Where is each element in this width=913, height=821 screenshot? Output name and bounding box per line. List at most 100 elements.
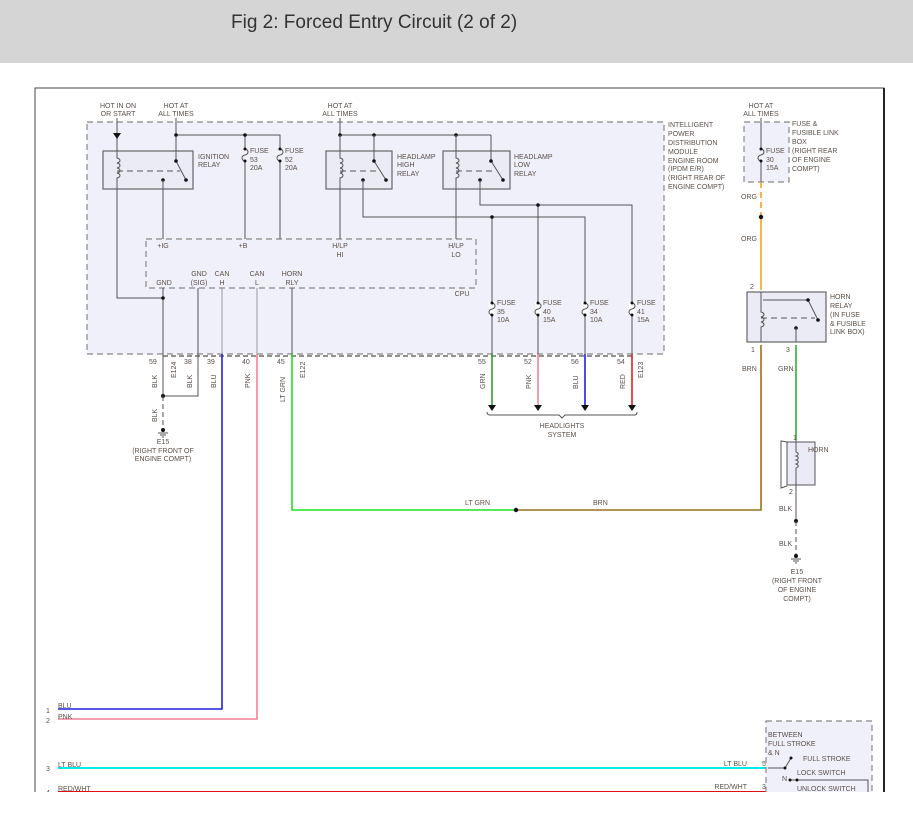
diagram-label: HOT IN ON — [100, 103, 136, 110]
diagram-label: FUSE — [590, 300, 609, 307]
diagram-label: 20A — [285, 165, 298, 172]
diagram-label: 40 — [543, 309, 551, 316]
diagram-label: HOT AT — [328, 103, 353, 110]
diagram-label: +B — [239, 243, 248, 250]
diagram-label: 3 — [786, 347, 790, 354]
diagram-label: BOX — [792, 139, 807, 146]
diagram-label: +IG — [157, 243, 168, 250]
diagram-label: OF ENGINE — [778, 587, 817, 594]
diagram-label: 35 — [497, 309, 505, 316]
diagram-label: ALL TIMES — [322, 111, 358, 118]
diagram-label: LT GRN — [280, 377, 287, 402]
diagram-label: FUSE & — [792, 121, 818, 128]
diagram-label: H — [219, 280, 224, 287]
diagram-label: 1 — [46, 708, 50, 715]
wiring-diagram: HOT IN ONOR START HOT ATALL TIMES HOT AT… — [34, 87, 885, 797]
diagram-label: 2 — [46, 718, 50, 725]
diagram-label: 59 — [149, 359, 157, 366]
diagram-label: OR START — [101, 111, 136, 118]
diagram-label: FUSE — [543, 300, 562, 307]
diagram-label: 56 — [571, 359, 579, 366]
diagram-label: RELAY — [198, 162, 221, 169]
diagram-label: FULL STROKE — [803, 756, 851, 763]
diagram-label: 53 — [250, 157, 258, 164]
diagram-label: 2 — [750, 284, 754, 291]
diagram-label: 3 — [46, 766, 50, 773]
diagram-label: BLK — [152, 374, 159, 388]
diagram-label: LT BLU — [724, 761, 747, 768]
diagram-label: GND — [156, 280, 172, 287]
diagram-label: UNLOCK SWITCH — [797, 786, 856, 793]
diagram-label: 55 — [478, 359, 486, 366]
diagram-label: 15A — [543, 317, 556, 324]
diagram-label: E123 — [638, 362, 645, 378]
diagram-label: 4 — [46, 790, 50, 797]
diagram-label: 15A — [637, 317, 650, 324]
diagram-label: COMPT) — [783, 596, 811, 603]
diagram-label: 52 — [524, 359, 532, 366]
diagram-label: 45 — [277, 359, 285, 366]
diagram-label: (RIGHT REAR — [792, 148, 837, 155]
diagram-label: FUSE — [637, 300, 656, 307]
diagram-label: FUSIBLE LINK — [792, 130, 839, 137]
diagram-label: RLY — [285, 280, 298, 287]
diagram-label: HEADLAMP — [514, 154, 553, 161]
diagram-label: BETWEEN — [768, 732, 803, 739]
diagram-label: GRN — [480, 373, 487, 389]
diagram-label: RED/WHT — [714, 784, 747, 791]
wire-label: BRN — [742, 366, 757, 373]
diagram-label: GND — [191, 271, 207, 278]
diagram-label: RED — [620, 374, 627, 389]
diagram-label: BRN — [593, 500, 608, 507]
wire-label: ORG — [741, 194, 757, 201]
diagram-label: HORN — [808, 447, 829, 454]
diagram-label: E15 — [791, 569, 804, 576]
diagram-label: PNK — [526, 374, 533, 389]
diagram-label: L — [255, 280, 259, 287]
diagram-label: 2 — [789, 489, 793, 496]
diagram-label: BLU — [573, 375, 580, 389]
diagram-label: LOW — [514, 162, 530, 169]
diagram-label: E15 — [157, 439, 170, 446]
diagram-label: HIGH — [397, 162, 415, 169]
wire-label: BLK — [779, 506, 793, 513]
diagram-label: (RIGHT FRONT OF — [132, 448, 194, 455]
diagram-label: HOT AT — [164, 103, 189, 110]
diagram-label: ENGINE COMPT) — [135, 456, 191, 463]
diagram-label: RELAY — [514, 171, 537, 178]
diagram-label: PNK — [245, 373, 252, 388]
diagram-label: H/LP — [448, 243, 464, 250]
diagram-label: 41 — [637, 309, 645, 316]
diagram-label: PNK — [58, 714, 73, 721]
diagram-label: FULL STROKE — [768, 741, 816, 748]
diagram-label: BLK — [187, 374, 194, 388]
wire-label: BLK — [779, 541, 793, 548]
diagram-label: HEADLIGHTS — [540, 423, 585, 430]
diagram-label: MODULE — [668, 149, 698, 156]
diagram-label: (IN FUSE — [830, 312, 860, 319]
diagram-label: ENGINE COMPT) — [668, 184, 724, 191]
diagram-label: 54 — [617, 359, 625, 366]
diagram-label: INTELLIGENT — [668, 122, 714, 129]
diagram-label: HI — [337, 252, 344, 259]
diagram-label: 30 — [766, 157, 774, 164]
diagram-label: 1 — [751, 347, 755, 354]
diagram-label: BLK — [152, 408, 159, 422]
diagram-label: (RIGHT FRONT — [772, 578, 823, 585]
diagram-label: CAN — [250, 271, 265, 278]
diagram-label: HEADLAMP — [397, 154, 436, 161]
diagram-label: ALL TIMES — [158, 111, 194, 118]
diagram-label: COMPT) — [792, 166, 820, 173]
diagram-label: ALL TIMES — [743, 111, 779, 118]
diagram-label: LOCK SWITCH — [797, 770, 846, 777]
diagram-label: RELAY — [830, 303, 853, 310]
diagram-label: N — [782, 776, 787, 783]
diagram-label: & FUSIBLE — [830, 321, 866, 328]
diagram-label: BLU — [58, 703, 72, 710]
diagram-label: FUSE — [285, 148, 304, 155]
diagram-label: DISTRIBUTION — [668, 140, 717, 147]
wire-label: GRN — [778, 366, 794, 373]
diagram-label: 1 — [793, 435, 797, 442]
diagram-label: SYSTEM — [548, 432, 577, 439]
diagram-label: CPU — [455, 291, 470, 298]
